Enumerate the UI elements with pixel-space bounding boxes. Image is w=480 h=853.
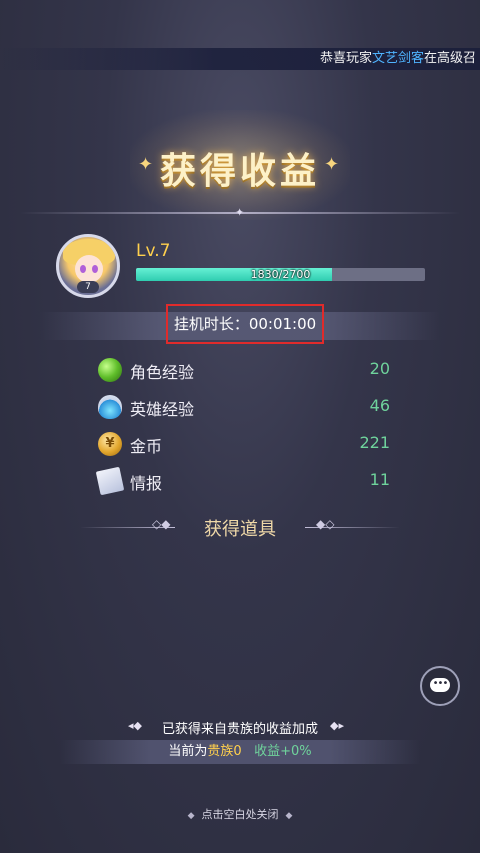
potion-flask-icon — [98, 395, 122, 419]
avatar-badge: 7 — [77, 281, 99, 293]
star-right-icon: ✦ — [324, 154, 340, 175]
page-title: 获得收益 — [159, 151, 320, 192]
avatar-eye — [92, 265, 98, 273]
close-hint[interactable]: ◆ 点击空白处关闭 ◆ — [0, 806, 480, 822]
noble-bonus-value: 收益+0% — [254, 744, 312, 759]
noble-status: 当前为贵族0 收益+0% — [60, 740, 420, 764]
broadcast-marquee: 恭喜玩家文艺剑客在高级召 — [0, 48, 480, 70]
divider-diamond-icon: ✦ — [235, 206, 245, 219]
marquee-prefix: 恭喜玩家 — [319, 51, 372, 66]
ornament-right-icon: ◆▸ — [330, 719, 344, 732]
reward-name: 角色经验 — [130, 363, 195, 382]
xp-progress-text: 1830/2700 — [250, 268, 311, 281]
noble-rank: 贵族0 — [207, 744, 242, 759]
items-section-header: ◇◆ 获得道具 ◆◇ — [0, 513, 480, 543]
close-hint-text: 点击空白处关闭 — [201, 808, 279, 821]
divider-line-right — [305, 527, 400, 528]
hint-left-dot-icon: ◆ — [187, 811, 195, 821]
avatar-face — [75, 255, 103, 283]
reward-row: ¥ 金币 221 — [98, 430, 398, 458]
level-label: Lv.7 — [136, 241, 171, 261]
marquee-player-name: 文艺剑客 — [371, 51, 424, 66]
gold-coin-icon: ¥ — [98, 432, 122, 456]
ornament-right-icon: ◆◇ — [316, 517, 335, 531]
reward-name: 金币 — [130, 437, 163, 456]
chat-bubble-icon: ••• — [430, 678, 450, 692]
reward-row: 情报 11 — [95, 466, 398, 496]
idle-time-label: 挂机时长：00:01:00 — [166, 304, 324, 344]
hint-right-dot-icon: ◆ — [285, 811, 293, 821]
green-orb-icon — [98, 358, 122, 382]
intel-document-icon — [95, 466, 125, 496]
chat-button[interactable]: ••• — [420, 666, 460, 706]
reward-value: 11 — [369, 470, 390, 489]
marquee-suffix: 在高级召 — [423, 51, 476, 66]
reward-value: 221 — [359, 433, 390, 452]
reward-row: 角色经验 20 — [98, 356, 398, 384]
reward-name: 情报 — [130, 474, 163, 493]
avatar-eye — [80, 265, 86, 273]
noble-bonus-title: 已获得来自贵族的收益加成 — [161, 722, 318, 737]
reward-value: 46 — [369, 396, 390, 415]
noble-current-prefix: 当前为 — [168, 744, 208, 759]
avatar[interactable]: 7 — [56, 234, 120, 298]
reward-value: 20 — [369, 359, 390, 378]
xp-progress-bar: 1830/2700 — [136, 268, 425, 281]
reward-row: 英雄经验 46 — [98, 393, 398, 421]
reward-name: 英雄经验 — [130, 400, 195, 419]
items-header-title: 获得道具 — [204, 519, 276, 540]
noble-bonus-header: ◂◆ 已获得来自贵族的收益加成 ◆▸ — [0, 718, 480, 738]
title-area: ✦ 获得收益 ✦ ✦ — [0, 110, 480, 220]
